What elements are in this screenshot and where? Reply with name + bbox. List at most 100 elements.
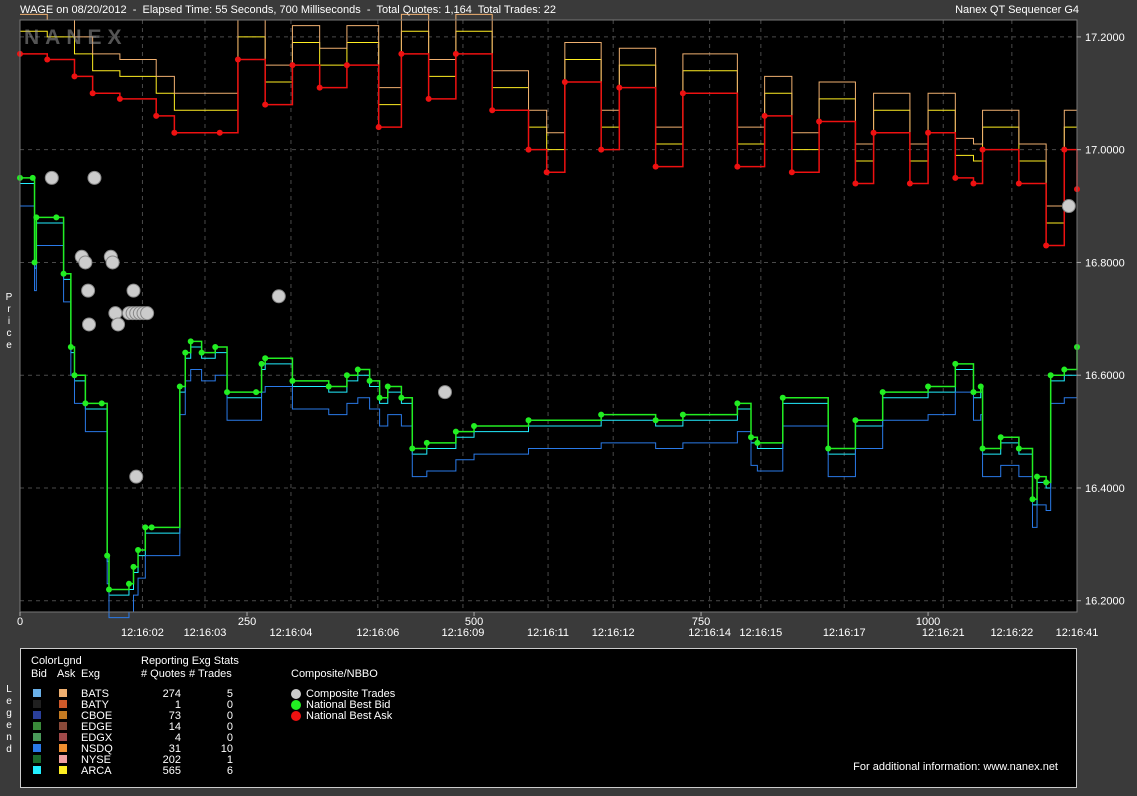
legend-row: EDGE 14 0 [21,721,261,733]
nbb-point [148,524,155,531]
nba-point [1043,242,1050,249]
nba-point [71,73,78,80]
nbb-point [354,366,361,373]
nba-point [870,129,877,136]
nbb-point [198,349,205,356]
y-tick-label: 16.2000 [1085,596,1125,608]
nbb-point [384,383,391,390]
x-time-label: 12:16:21 [922,627,965,639]
nbb-point [1047,372,1054,379]
trade-point [105,255,120,270]
x-seq-label: 750 [692,616,710,628]
nba-point [1015,180,1022,187]
nba-point [343,62,350,69]
nba-point [852,180,859,187]
bid-swatch [33,744,41,752]
nbb-point [262,355,269,362]
x-time-label: 12:16:03 [184,627,227,639]
nba-point [561,79,568,86]
x-seq-label: 250 [238,616,256,628]
nbb-point [33,214,40,221]
ask-swatch [59,700,67,708]
x-time-label: 12:16:12 [592,627,635,639]
nba-point [489,107,496,114]
col-ask: Ask [57,668,76,680]
x-seq-label: 500 [465,616,483,628]
bid-swatch [33,700,41,708]
nbb-point [525,417,532,424]
x-time-label: 12:16:02 [121,627,164,639]
y-axis: 17.2000 17.0000 16.8000 16.6000 16.4000 16.20… [1077,32,1125,608]
nbb-point [82,400,89,407]
nbb-point [71,372,78,379]
nbb-point [182,349,189,356]
nbb-point [734,400,741,407]
nbb-point [398,394,405,401]
trade-point [1061,199,1076,214]
col-quotes: # Quotes [141,668,186,680]
x-time-label: 12:16:15 [739,627,782,639]
nbb-point [187,338,194,345]
ask-swatch [59,711,67,719]
nbb-point [598,411,605,418]
nbb-point [325,383,332,390]
nba-point [216,129,223,136]
nbb-point [258,360,265,367]
nba-point [89,90,96,97]
trade-point [78,255,93,270]
nbb-point [925,383,932,390]
nbb-point [1043,479,1050,486]
legend-row: NSDQ 31 10 [21,743,261,755]
nbb-point [679,411,686,418]
nbb-point [376,394,383,401]
trade-point [81,283,96,298]
x-time-label: 12:16:14 [688,627,731,639]
nbb-point [952,360,959,367]
x-time-label: 12:16:41 [1056,627,1099,639]
nbb-point [748,434,755,441]
legend-side-label: Legend [6,684,12,755]
nbb-point [67,344,74,351]
x-time-label: 12:16:11 [527,627,569,639]
trade-point [44,170,59,185]
trade-point [111,317,126,332]
x-axis: 12:16:02 12:16:03 12:16:04 12:16:06 12:16:09… [17,612,1098,639]
nba-point [425,95,432,102]
nbb-point [289,377,296,384]
composite-label: National Best Ask [306,710,393,722]
composite-dot [291,689,301,699]
nba-point [44,56,51,63]
nba-point [652,163,659,170]
x-seq-label: 1000 [916,616,940,628]
y-tick-label: 17.2000 [1085,32,1125,44]
y-tick-label: 16.4000 [1085,483,1125,495]
y-tick-label: 16.6000 [1085,370,1125,382]
nbb-point [471,422,478,429]
nbb-point [997,434,1004,441]
trade-point [437,385,452,400]
bid-swatch [33,689,41,697]
nba-point [734,163,741,170]
bid-swatch [33,755,41,763]
nbb-point [366,377,373,384]
trade-point [82,317,97,332]
stats-title: Reporting Exg Stats [141,655,239,667]
nba-point [452,50,459,57]
ask-swatch [59,744,67,752]
ask-swatch [59,755,67,763]
composite-item: National Best Bid [291,699,491,711]
trade-count: 6 [226,765,233,777]
nbb-point [224,389,231,396]
nba-point [906,180,913,187]
nba-point [525,146,532,153]
nbb-point [135,546,142,553]
nba-point [398,50,405,57]
nba-point [816,118,823,125]
nbb-point [825,445,832,452]
nbb-point [652,417,659,424]
nbb-point [754,439,761,446]
nbb-point [60,270,67,277]
color-legend-label: ColorLgnd [31,655,82,667]
nbb-point [1061,366,1068,373]
nba-point [788,169,795,176]
